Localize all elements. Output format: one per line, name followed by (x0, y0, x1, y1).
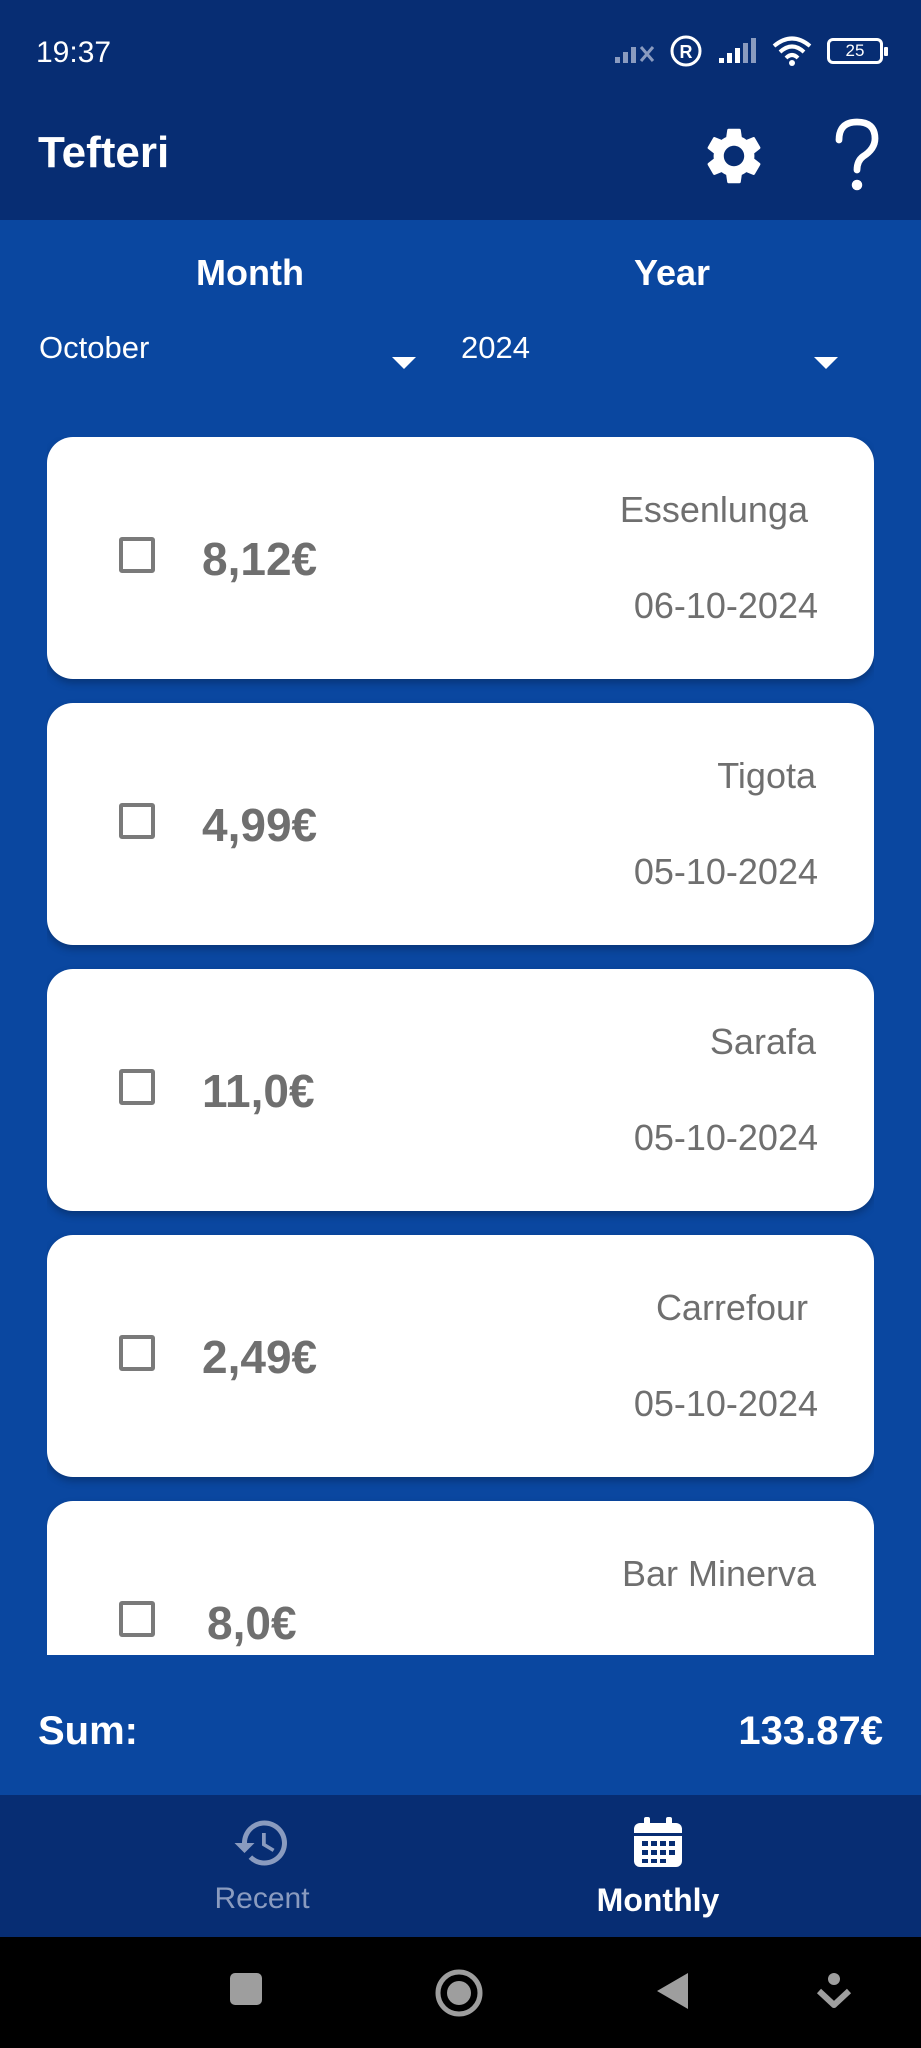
expense-card[interactable]: 2,49€ Carrefour 05-10-2024 (47, 1235, 874, 1477)
expense-store: Bar Minerva (621, 1553, 816, 1594)
home-circle-icon[interactable] (434, 1968, 484, 2018)
calendar-icon (634, 1817, 682, 1867)
back-triangle-icon[interactable] (654, 1971, 690, 2011)
expense-card[interactable]: 8,0€ Bar Minerva (47, 1501, 874, 1655)
expense-amount: 2,49€ (202, 1331, 318, 1383)
expense-checkbox[interactable] (119, 1601, 155, 1637)
status-time: 19:37 (36, 36, 112, 69)
expense-store: Essenlunga (619, 489, 808, 530)
accessibility-down-icon[interactable] (816, 1971, 852, 2011)
expense-list[interactable]: 8,12€ Essenlunga 06-10-2024 4,99€ Tigota… (47, 437, 874, 1655)
expense-amount: 11,0€ (202, 1065, 315, 1117)
expense-card[interactable]: 4,99€ Tigota 05-10-2024 (47, 703, 874, 945)
sum-value: 133.87€ (738, 1709, 883, 1753)
month-value: October (39, 330, 150, 365)
filters: Month Year October 2024 (0, 220, 921, 420)
nav-monthly[interactable]: Monthly (508, 1813, 808, 1919)
status-bar: 19:37 R 25 (0, 0, 921, 110)
battery-level: 25 (845, 41, 865, 60)
status-icons: R 25 (613, 34, 888, 68)
year-label: Year (633, 252, 711, 293)
gear-icon[interactable] (700, 122, 768, 190)
bottom-navigation: Recent Monthly (0, 1795, 921, 1937)
expense-card[interactable]: 11,0€ Sarafa 05-10-2024 (47, 969, 874, 1211)
year-dropdown[interactable]: 2024 (440, 310, 880, 390)
expense-checkbox[interactable] (119, 803, 155, 839)
nav-monthly-label: Monthly (596, 1882, 720, 1918)
month-dropdown[interactable]: October (0, 310, 440, 390)
expense-checkbox[interactable] (119, 1069, 155, 1105)
sum-label: Sum: (38, 1709, 138, 1753)
recents-square-icon[interactable] (228, 1971, 264, 2007)
expense-date: 05-10-2024 (633, 1383, 818, 1424)
app-title: Tefteri (38, 128, 170, 177)
expense-checkbox[interactable] (119, 537, 155, 573)
svg-text:R: R (680, 42, 693, 62)
registered-icon: R (670, 35, 702, 67)
expense-store: Tigota (717, 755, 816, 796)
nav-recent[interactable]: Recent (112, 1813, 412, 1916)
sum-bar: Sum: 133.87€ (0, 1655, 921, 1795)
expense-date: 06-10-2024 (633, 585, 818, 626)
battery-icon: 25 (827, 38, 888, 64)
expense-checkbox[interactable] (119, 1335, 155, 1371)
app-bar: Tefteri (0, 110, 921, 220)
expense-amount: 4,99€ (202, 799, 318, 851)
nav-recent-label: Recent (214, 1882, 310, 1915)
expense-store: Sarafa (709, 1021, 816, 1062)
expense-amount: 8,12€ (202, 533, 318, 585)
chevron-down-icon (392, 357, 416, 369)
expense-date: 05-10-2024 (633, 1117, 818, 1158)
year-value: 2024 (461, 330, 530, 365)
chevron-down-icon (814, 357, 838, 369)
expense-card[interactable]: 8,12€ Essenlunga 06-10-2024 (47, 437, 874, 679)
signal-off-icon (615, 46, 655, 63)
expense-date: 05-10-2024 (633, 851, 818, 892)
system-navigation-bar (0, 1937, 921, 2048)
wifi-icon (772, 36, 812, 66)
expense-store: Carrefour (655, 1287, 808, 1328)
history-icon (234, 1820, 287, 1866)
month-label: Month (196, 252, 304, 293)
expense-amount: 8,0€ (207, 1597, 297, 1649)
signal-icon (719, 38, 756, 63)
help-icon[interactable] (822, 116, 892, 194)
